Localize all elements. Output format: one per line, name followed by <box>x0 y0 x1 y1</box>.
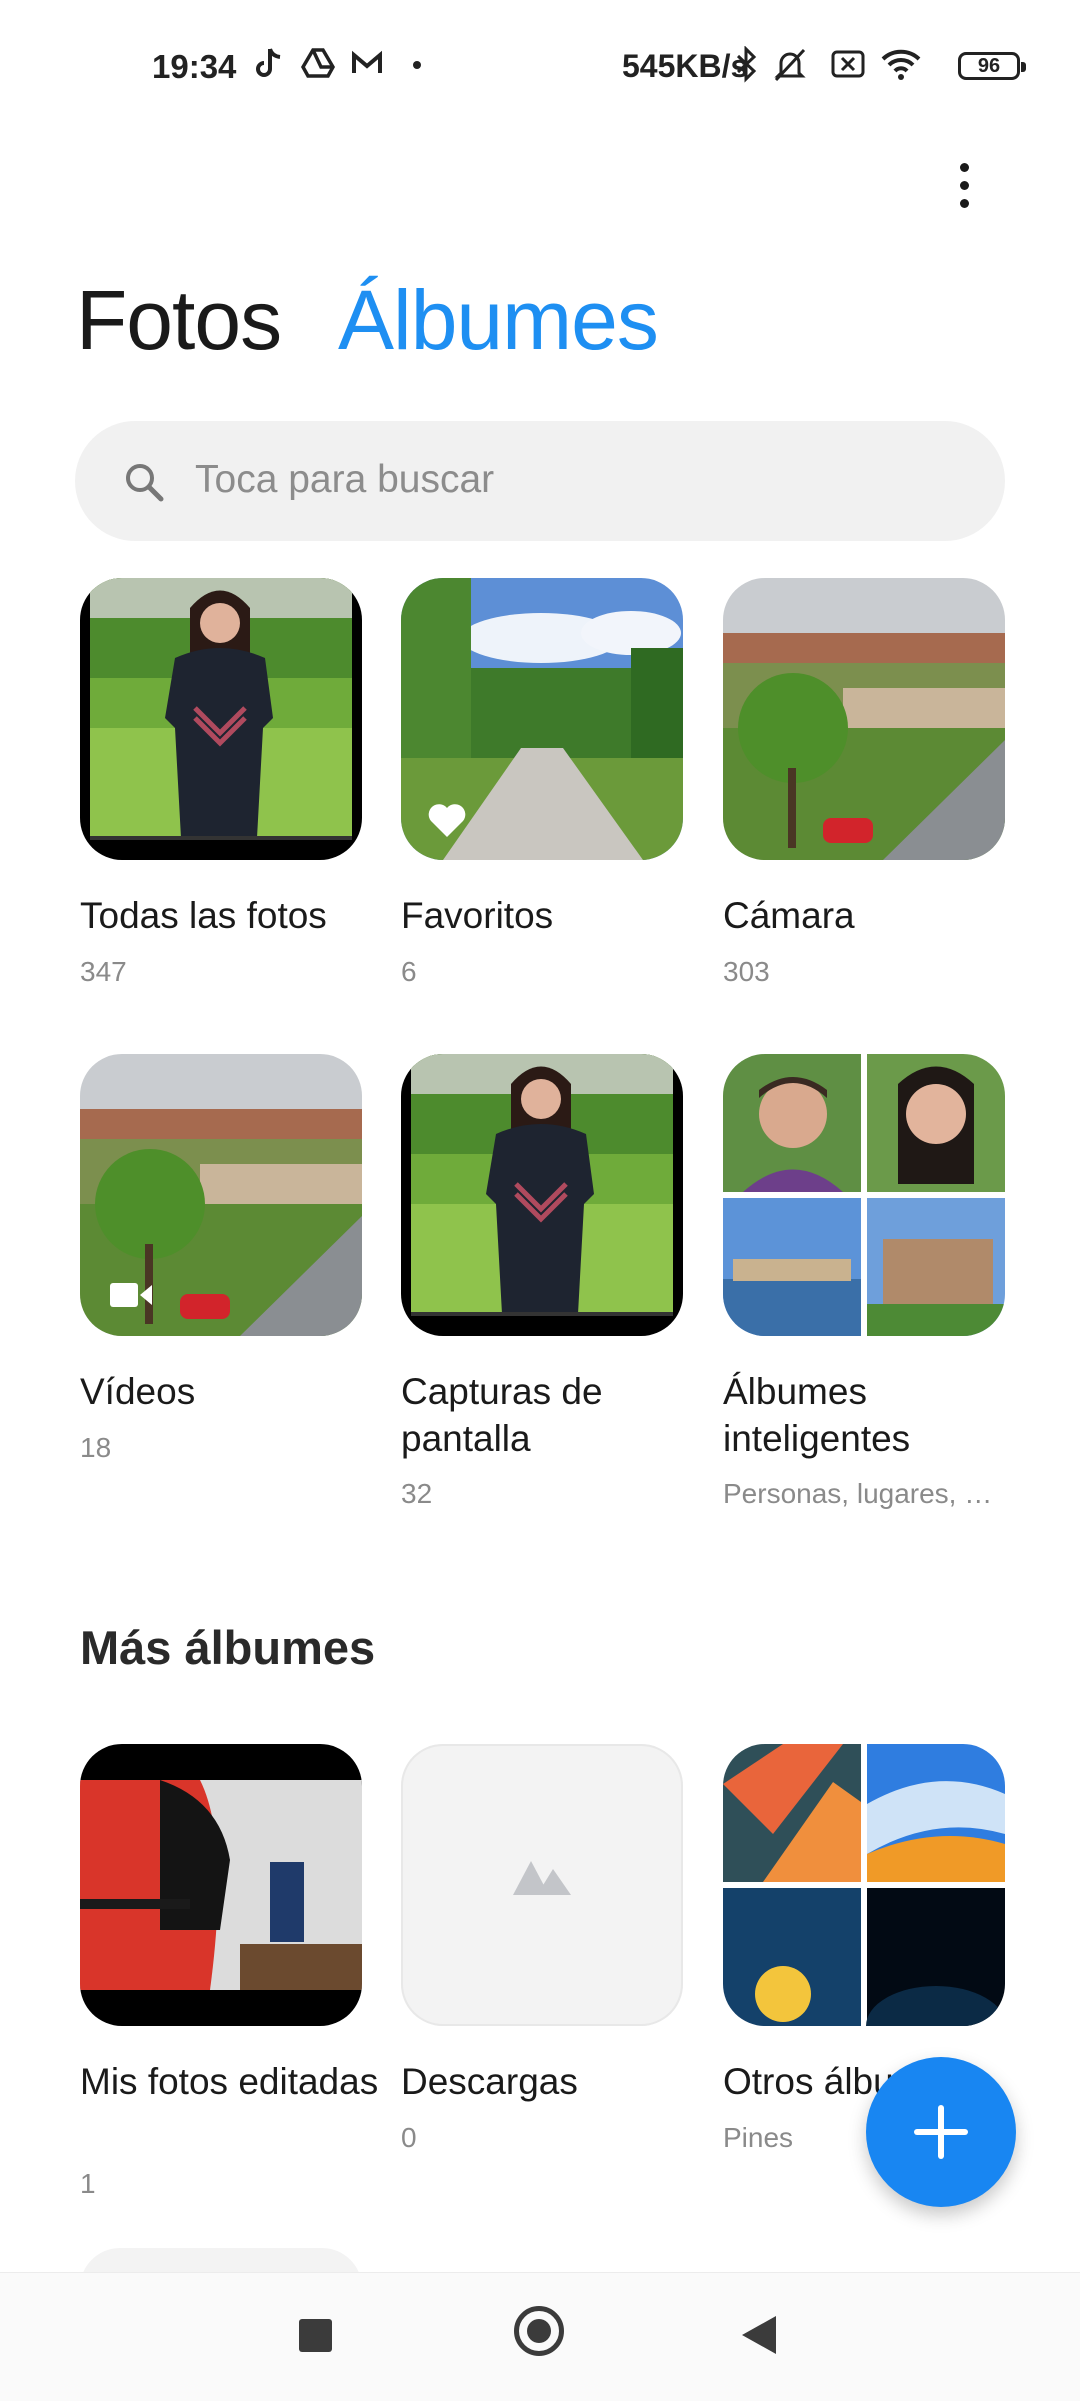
album-thumbnail <box>80 1054 362 1336</box>
album-count: 0 <box>401 2122 417 2153</box>
album-name: Favoritos <box>401 895 554 936</box>
bluetooth-icon <box>736 46 757 83</box>
album-count: 32 <box>401 1478 433 1509</box>
notification-dot-icon <box>413 61 421 69</box>
gmail-icon <box>352 50 382 73</box>
navigation-bar <box>0 2272 1080 2401</box>
album-count: 303 <box>723 956 770 987</box>
wifi-icon <box>881 49 921 80</box>
album-name: Álbumes inteligentes <box>723 1371 911 1459</box>
more-vertical-icon <box>959 162 969 172</box>
search-placeholder: Toca para buscar <box>195 458 495 501</box>
add-album-button[interactable] <box>866 2057 1016 2207</box>
more-options-button[interactable] <box>935 150 993 220</box>
mute-icon <box>774 48 806 82</box>
album-count: 18 <box>80 1432 112 1463</box>
album-name: Cámara <box>723 895 855 936</box>
back-icon[interactable] <box>742 2316 776 2354</box>
album-name: Descargas <box>401 2061 578 2102</box>
album-thumbnail <box>723 1744 1005 2026</box>
album-count: 1 <box>80 2168 96 2199</box>
album-thumbnail <box>401 578 683 860</box>
tiktok-icon <box>256 48 281 77</box>
search-bar[interactable]: Toca para buscar <box>75 421 1005 541</box>
album-count: Pines <box>723 2122 794 2153</box>
status-time: 19:34 <box>152 48 237 85</box>
search-icon <box>126 464 164 502</box>
album-thumbnail <box>80 578 362 860</box>
network-speed: 545KB/s <box>622 48 749 84</box>
drive-icon <box>301 48 335 78</box>
album-name: Mis fotos editadas <box>80 2061 379 2102</box>
album-count: 347 <box>80 956 127 987</box>
album-thumbnail <box>723 1054 1005 1336</box>
album-name: Capturas de pantalla <box>401 1371 603 1459</box>
sim-off-icon <box>831 50 865 78</box>
album-count: Personas, lugares, … <box>723 1478 993 1509</box>
recent-apps-icon[interactable] <box>299 2319 332 2352</box>
home-icon[interactable] <box>514 2306 564 2356</box>
tab-photos[interactable]: Fotos <box>76 272 282 369</box>
battery-icon: 96 <box>958 52 1026 80</box>
album-thumbnail <box>401 1054 683 1336</box>
album-thumbnail <box>401 1744 683 2026</box>
heart-icon <box>428 804 466 837</box>
section-title-more-albums: Más álbumes <box>80 1621 376 1674</box>
status-bar: 19:34 545KB/s 96 <box>0 0 1080 130</box>
album-count: 6 <box>401 956 417 987</box>
video-camera-icon <box>110 1283 152 1307</box>
mountains-icon <box>513 1861 571 1895</box>
album-thumbnail <box>80 1744 362 2026</box>
album-name: Todas las fotos <box>80 895 327 936</box>
album-thumbnail <box>723 578 1005 860</box>
album-name: Vídeos <box>80 1371 196 1412</box>
tab-albums[interactable]: Álbumes <box>338 272 659 369</box>
